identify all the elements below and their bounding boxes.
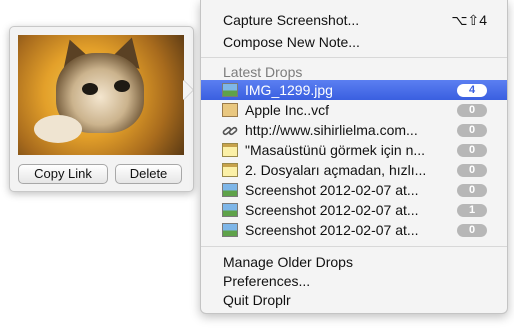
view-count-badge: 0	[457, 224, 487, 237]
link-icon	[222, 123, 238, 137]
popover-arrow	[183, 80, 193, 100]
thumbnail-cat-eye	[114, 80, 130, 92]
note-icon	[222, 143, 238, 157]
drop-label: 2. Dosyaları açmadan, hızlı...	[245, 162, 427, 178]
drop-item-apple-vcf[interactable]: Apple Inc..vcf 0	[201, 100, 507, 120]
drop-label: Screenshot 2012-02-07 at...	[245, 202, 419, 218]
drop-label: Screenshot 2012-02-07 at...	[245, 222, 419, 238]
drop-label: Screenshot 2012-02-07 at...	[245, 182, 419, 198]
preferences-menu-item[interactable]: Preferences...	[201, 271, 507, 291]
drop-label: IMG_1299.jpg	[245, 82, 333, 98]
note-icon	[222, 163, 238, 177]
latest-drops-header: Latest Drops	[223, 64, 303, 80]
contact-card-icon	[222, 103, 238, 117]
capture-shortcut: ⌥⇧4	[451, 12, 487, 28]
drop-item-screenshot-3[interactable]: Screenshot 2012-02-07 at... 0	[201, 220, 507, 240]
manage-older-drops-label: Manage Older Drops	[223, 254, 353, 270]
thumbnail-cat-paw	[34, 115, 82, 143]
preferences-label: Preferences...	[223, 273, 311, 289]
image-icon	[222, 203, 238, 217]
view-count-badge: 4	[457, 84, 487, 97]
thumbnail-cat-eye	[82, 83, 98, 95]
quit-droplr-label: Quit Droplr	[223, 292, 291, 308]
view-count-badge: 0	[457, 104, 487, 117]
drop-label: "Masaüstünü görmek için n...	[245, 142, 426, 158]
drop-item-note-2[interactable]: 2. Dosyaları açmadan, hızlı... 0	[201, 160, 507, 180]
compose-note-menu-item[interactable]: Compose New Note...	[201, 32, 507, 52]
copy-link-button[interactable]: Copy Link	[18, 164, 108, 184]
compose-note-label: Compose New Note...	[223, 34, 360, 50]
drop-label: Apple Inc..vcf	[245, 102, 330, 118]
drop-item-note-1[interactable]: "Masaüstünü görmek için n... 0	[201, 140, 507, 160]
drop-item-img-1299[interactable]: IMG_1299.jpg 4	[201, 80, 507, 100]
quit-droplr-menu-item[interactable]: Quit Droplr	[201, 290, 507, 310]
view-count-badge: 0	[457, 124, 487, 137]
drop-item-screenshot-1[interactable]: Screenshot 2012-02-07 at... 0	[201, 180, 507, 200]
image-icon	[222, 183, 238, 197]
drop-item-screenshot-2[interactable]: Screenshot 2012-02-07 at... 1	[201, 200, 507, 220]
drop-label: http://www.sihirlielma.com...	[245, 122, 418, 138]
capture-screenshot-menu-item[interactable]: Capture Screenshot... ⌥⇧4	[201, 10, 507, 30]
view-count-badge: 0	[457, 144, 487, 157]
view-count-badge: 0	[457, 184, 487, 197]
drop-item-link[interactable]: http://www.sihirlielma.com... 0	[201, 120, 507, 140]
manage-older-drops-menu-item[interactable]: Manage Older Drops	[201, 252, 507, 272]
drop-thumbnail-image	[18, 35, 184, 155]
view-count-badge: 1	[457, 204, 487, 217]
menu-separator	[201, 246, 507, 247]
delete-button[interactable]: Delete	[115, 164, 182, 184]
image-icon	[222, 83, 238, 97]
menu-separator	[201, 57, 507, 58]
drop-preview-popover: Copy Link Delete	[9, 26, 194, 192]
image-icon	[222, 223, 238, 237]
droplr-menu: Capture Screenshot... ⌥⇧4 Compose New No…	[200, 0, 508, 314]
capture-screenshot-label: Capture Screenshot...	[223, 12, 360, 28]
view-count-badge: 0	[457, 164, 487, 177]
